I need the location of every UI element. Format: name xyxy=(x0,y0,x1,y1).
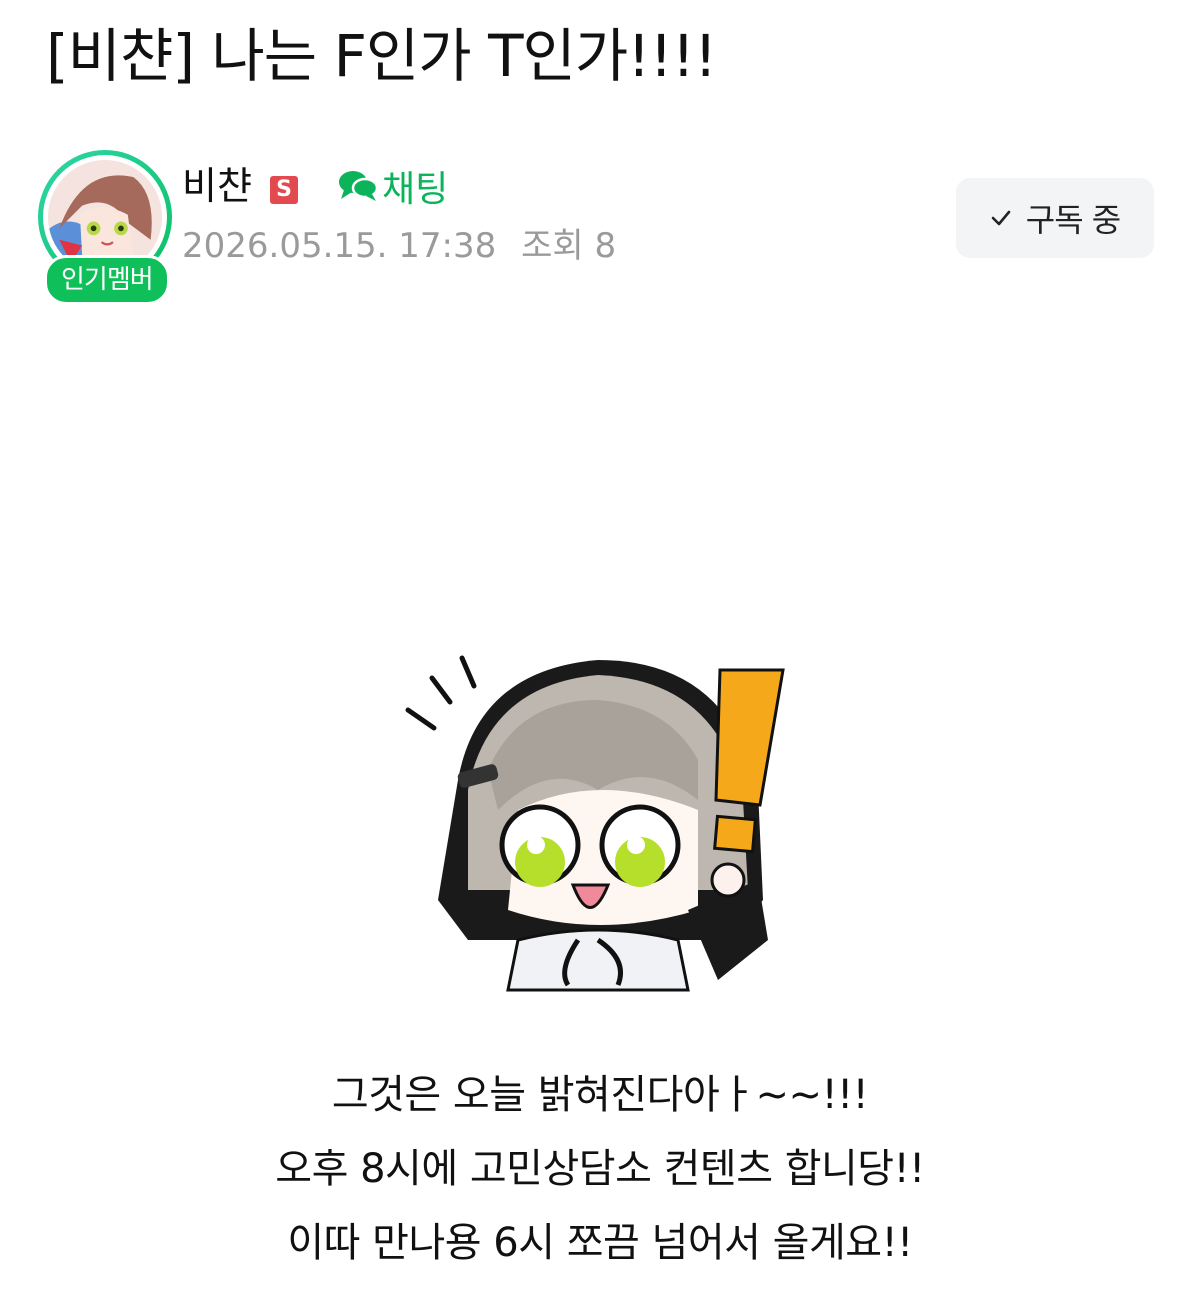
post-date: 2026.05.15. 17:38 xyxy=(182,226,497,266)
sticker-image xyxy=(405,655,785,992)
subscribe-label: 구독 중 xyxy=(1025,201,1121,239)
post-body: 그것은 오늘 밝혀진다아ㅏ~~!!! 오후 8시에 고민상담소 컨텐츠 합니당!… xyxy=(0,1058,1200,1280)
author-name[interactable]: 비챤 xyxy=(182,164,252,208)
author-info: 인기멤버 비챤 S 채팅 2026.05.15. 17:38 조회 8 구독 중 xyxy=(38,150,1158,305)
post-title: [비챤] 나는 F인가 T인가!!!! xyxy=(46,22,717,90)
chat-label: 채팅 xyxy=(382,169,449,210)
chat-button[interactable]: 채팅 xyxy=(336,164,448,210)
post-meta: 2026.05.15. 17:38 조회 8 xyxy=(182,224,616,268)
check-icon xyxy=(991,210,1011,226)
popular-member-badge: 인기멤버 xyxy=(44,255,170,305)
chat-bubbles-icon xyxy=(339,171,379,201)
subscribe-button[interactable]: 구독 중 xyxy=(956,178,1154,258)
body-line: 그것은 오늘 밝혀진다아ㅏ~~!!! xyxy=(331,1072,869,1118)
view-count: 조회 8 xyxy=(521,226,617,266)
body-line: 오후 8시에 고민상담소 컨텐츠 합니당!! xyxy=(275,1146,925,1192)
surprise-lines xyxy=(405,655,477,731)
staff-badge: S xyxy=(270,176,298,204)
body-line: 이따 만나용 6시 쪼끔 넘어서 올게요!! xyxy=(287,1220,913,1266)
